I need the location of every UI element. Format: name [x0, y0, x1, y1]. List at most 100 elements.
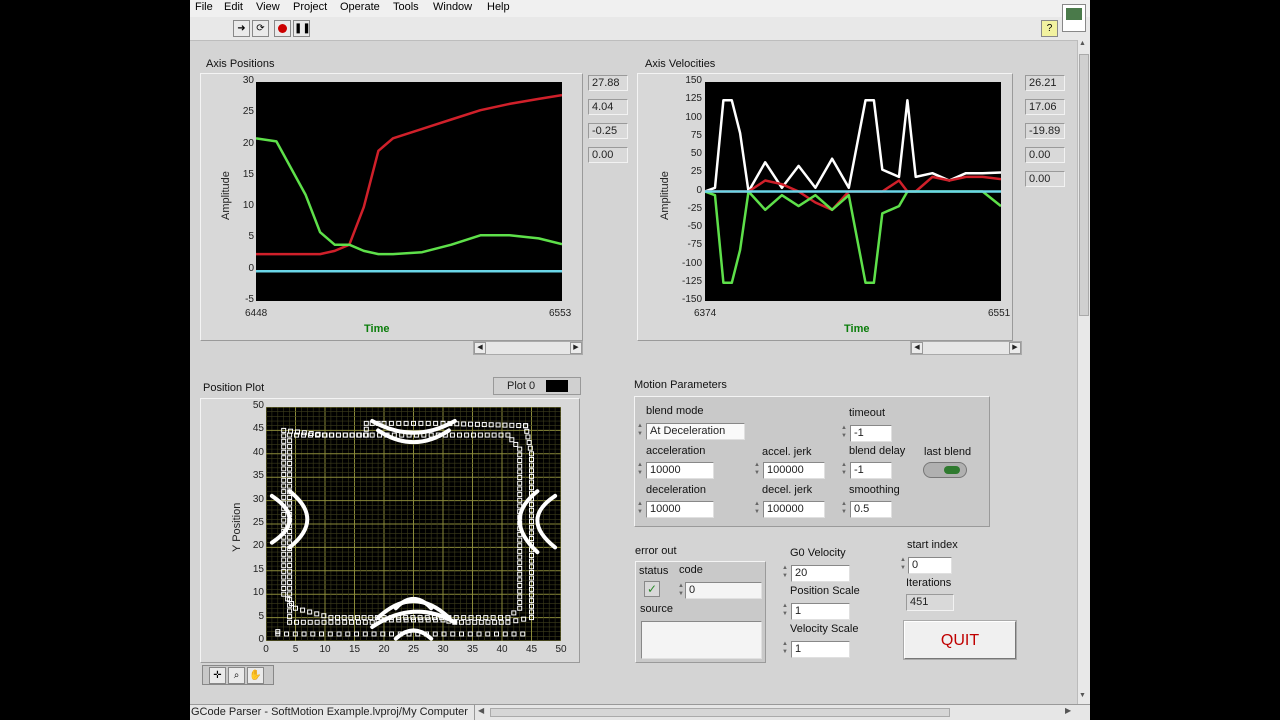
deceleration-input[interactable]: 10000 — [646, 501, 714, 518]
run-arrow-icon[interactable]: ➜ — [233, 20, 250, 37]
status-bar: GCode Parser - SoftMotion Example.lvproj… — [190, 704, 1090, 720]
position-plot-x-tick: 50 — [555, 644, 567, 655]
arc-segment — [535, 493, 558, 550]
axis-velocities-value-0: 26.21 — [1025, 75, 1065, 91]
start-index-spinner-icon[interactable]: ▲ ▼ — [899, 556, 907, 573]
axis-velocities-scrollbar[interactable]: ◀ ▶ — [910, 341, 1022, 355]
path-marker — [301, 631, 307, 637]
run-continuous-icon[interactable]: ⟳ — [252, 20, 269, 37]
source-indicator — [641, 621, 762, 659]
axis-positions-value-3: 0.00 — [588, 147, 628, 163]
blend-delay-spinner-icon[interactable]: ▲ ▼ — [840, 461, 848, 478]
position-plot-x-tick: 35 — [466, 644, 479, 655]
timeout-spinner-icon[interactable]: ▲ ▼ — [840, 424, 848, 441]
menu-help[interactable]: Help — [487, 1, 510, 13]
position-scale-spinner-icon[interactable]: ▲ ▼ — [781, 602, 789, 619]
axis-velocities-y-label: Amplitude — [659, 171, 671, 220]
series-line-2 — [705, 190, 1001, 285]
axis-positions-y-label: Amplitude — [220, 171, 232, 220]
scroll-right-icon[interactable]: ▶ — [1009, 342, 1021, 354]
acceleration-input[interactable]: 10000 — [646, 462, 714, 479]
position-plot-x-tick: 30 — [437, 644, 449, 655]
path-marker — [327, 631, 333, 637]
plot-legend[interactable]: Plot 0 — [493, 377, 581, 395]
scroll-down-icon[interactable]: ▼ — [1079, 692, 1086, 699]
smoothing-input[interactable]: 0.5 — [850, 501, 892, 518]
quit-button[interactable]: QUIT — [904, 621, 1016, 659]
position-scale-input[interactable]: 1 — [791, 603, 850, 620]
path-marker — [354, 631, 360, 637]
menu-window[interactable]: Window — [433, 1, 472, 13]
timeout-label: timeout — [849, 407, 886, 419]
position-plot-x-tick: 45 — [525, 644, 538, 655]
vertical-scrollbar[interactable]: ▲ ▼ — [1077, 40, 1090, 704]
deceleration-spinner-icon[interactable]: ▲ ▼ — [636, 500, 644, 517]
scroll-left-icon[interactable]: ◀ — [474, 342, 486, 354]
decel-jerk-input[interactable]: 100000 — [763, 501, 825, 518]
scroll-left-icon[interactable]: ◀ — [911, 342, 923, 354]
path-marker — [509, 422, 515, 428]
blend-mode-label: blend mode — [646, 405, 704, 417]
g0-velocity-input[interactable]: 20 — [791, 565, 850, 582]
acceleration-spinner-icon[interactable]: ▲ ▼ — [636, 461, 644, 478]
blend-mode-spinner-icon[interactable]: ▲ ▼ — [636, 422, 644, 439]
axis-velocities-y-tick: 75 — [690, 129, 702, 141]
menu-edit[interactable]: Edit — [224, 1, 243, 13]
g0-velocity-spinner-icon[interactable]: ▲ ▼ — [781, 564, 789, 581]
decel-jerk-spinner-icon[interactable]: ▲ ▼ — [753, 500, 761, 517]
path-marker — [467, 631, 473, 637]
timeout-input[interactable]: -1 — [850, 425, 892, 442]
start-index-input[interactable]: 0 — [908, 557, 952, 574]
axis-velocities-y-tick: 100 — [685, 111, 702, 123]
blend-delay-input[interactable]: -1 — [850, 462, 892, 479]
velocity-scale-input[interactable]: 1 — [791, 641, 850, 658]
zoom-tool-icon[interactable]: ⌕ — [228, 667, 245, 684]
axis-velocities-plot-area — [705, 82, 1001, 301]
path-marker — [494, 631, 500, 637]
pause-icon[interactable]: ❚❚ — [293, 20, 311, 37]
acceleration-label: acceleration — [646, 445, 706, 457]
deceleration-label: deceleration — [646, 484, 706, 496]
menu-bar: File Edit View Project Operate Tools Win… — [190, 0, 1090, 17]
velocity-scale-spinner-icon[interactable]: ▲ ▼ — [781, 640, 789, 657]
check-icon: ✓ — [644, 581, 660, 597]
decel-jerk-label: decel. jerk — [762, 484, 813, 496]
help-icon[interactable]: ? — [1041, 20, 1058, 37]
menu-file[interactable]: File — [195, 1, 213, 13]
path-marker — [502, 631, 508, 637]
axis-positions-x-label: Time — [364, 323, 390, 335]
position-plot-y-tick: 50 — [252, 400, 264, 411]
abort-icon[interactable] — [274, 20, 291, 37]
axis-positions-y-tick: 0 — [248, 262, 254, 274]
axis-velocities-title: Axis Velocities — [645, 58, 716, 70]
menu-view[interactable]: View — [256, 1, 280, 13]
axis-positions-scrollbar[interactable]: ◀ ▶ — [473, 341, 583, 355]
accel-jerk-spinner-icon[interactable]: ▲ ▼ — [753, 461, 761, 478]
menu-project[interactable]: Project — [293, 1, 327, 13]
cursor-tool-icon[interactable]: ✛ — [209, 667, 226, 684]
status-scroll-left-icon[interactable]: ◀ — [478, 706, 484, 715]
axis-positions-x-max: 6553 — [549, 308, 572, 319]
path-marker — [485, 631, 491, 637]
blend-mode-select[interactable]: At Deceleration — [646, 423, 745, 440]
path-marker — [396, 420, 402, 426]
position-plot-y-tick: 15 — [252, 563, 264, 575]
menu-tools[interactable]: Tools — [393, 1, 419, 13]
last-blend-toggle[interactable] — [923, 462, 967, 478]
horizontal-scroll-thumb[interactable] — [490, 708, 950, 717]
smoothing-spinner-icon[interactable]: ▲ ▼ — [840, 500, 848, 517]
pan-tool-icon[interactable]: ✋ — [247, 667, 264, 684]
axis-positions-plot-area — [256, 82, 562, 301]
scroll-up-icon[interactable]: ▲ — [1079, 40, 1086, 47]
accel-jerk-input[interactable]: 100000 — [763, 462, 825, 479]
axis-positions-y-tick: 20 — [242, 137, 254, 149]
vertical-scroll-thumb[interactable] — [1079, 54, 1089, 316]
status-scroll-right-icon[interactable]: ▶ — [1065, 706, 1071, 715]
error-out-title: error out — [635, 545, 677, 557]
last-blend-label: last blend — [924, 446, 972, 458]
path-marker — [336, 631, 342, 637]
scroll-right-icon[interactable]: ▶ — [570, 342, 582, 354]
menu-operate[interactable]: Operate — [340, 1, 380, 13]
path-marker — [310, 631, 316, 637]
path-marker — [314, 611, 320, 617]
